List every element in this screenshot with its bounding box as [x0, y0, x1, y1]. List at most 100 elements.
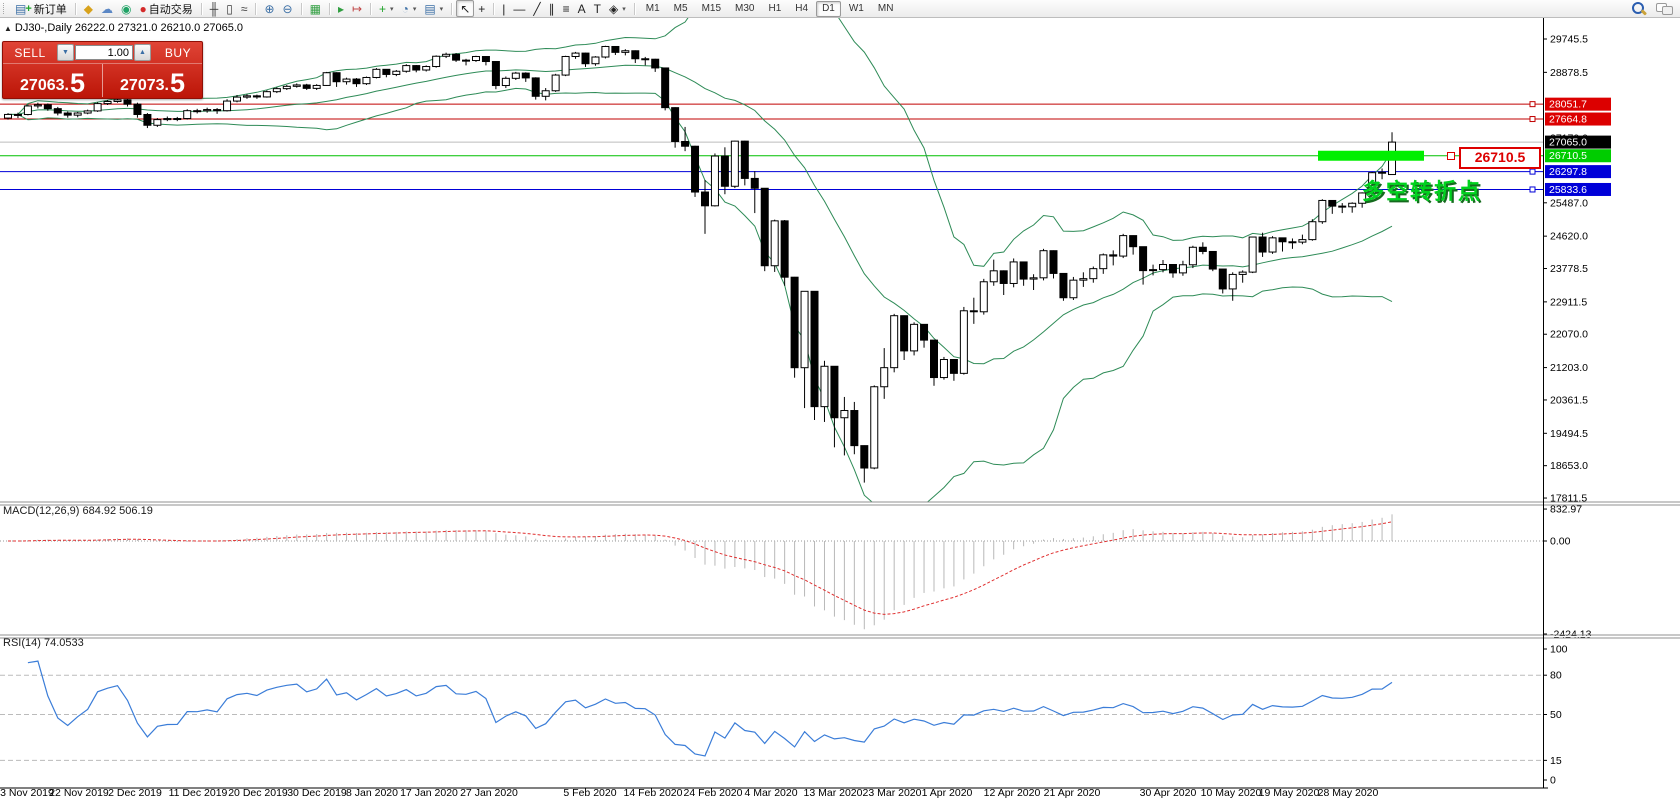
dropdown-caret-icon[interactable]: ▾ [390, 5, 394, 13]
new-order-label: 新订单 [33, 3, 67, 16]
text-button[interactable]: A [574, 0, 590, 17]
line-chart-button[interactable]: ≈ [237, 0, 252, 17]
tile-windows-button[interactable]: ▦ [306, 0, 325, 17]
timeframe-toolbar: M1 M5 M15 M30 H1 H4 D1 W1 MN [639, 0, 901, 17]
timeframe-m1[interactable]: M1 [640, 1, 666, 17]
macd-indicator-label: MACD(12,26,9) 684.92 506.19 [3, 505, 153, 517]
dropdown-caret-icon[interactable]: ▾ [413, 5, 417, 13]
tile-windows-icon: ▦ [309, 1, 321, 16]
timeframe-d1[interactable]: D1 [816, 0, 841, 17]
text-icon: A [577, 1, 586, 16]
trendline-button[interactable]: ╱ [529, 0, 544, 17]
label-icon: T [593, 1, 601, 16]
label-button[interactable]: T [590, 0, 605, 17]
separator [300, 2, 302, 15]
autoscroll-button[interactable]: ▸ [334, 0, 348, 17]
crosshair-icon: + [478, 1, 486, 16]
zoom-in-icon: ⊕ [264, 1, 275, 16]
shapes-button[interactable]: ◈ ▾ [605, 0, 630, 17]
periods-icon: ◔ [401, 1, 409, 16]
price-callout-box[interactable]: 26710.5 [1459, 147, 1541, 169]
autotrade-icon: ● [139, 1, 147, 16]
cursor-icon: ↖ [460, 1, 471, 16]
horizontal-line-button[interactable]: — [509, 0, 529, 17]
separator [451, 2, 453, 15]
buy-button-label[interactable]: BUY [151, 46, 205, 60]
dropdown-caret-icon[interactable]: ▾ [440, 5, 444, 13]
price-axis[interactable] [1543, 17, 1680, 788]
search-icon[interactable] [1631, 1, 1646, 16]
periods-button[interactable]: ◔ ▾ [398, 0, 421, 17]
templates-icon: ▤ [424, 1, 436, 16]
shapes-icon: ◈ [609, 1, 619, 16]
chat-icon[interactable] [1656, 2, 1673, 15]
timeframe-w1[interactable]: W1 [843, 1, 870, 17]
crosshair-button[interactable]: + [474, 0, 489, 17]
collapse-one-click-icon[interactable]: ▲ [4, 24, 12, 33]
timeframe-m30[interactable]: M30 [729, 1, 760, 17]
chart-title-row: ▲ DJ30-,Daily 26222.0 27321.0 26210.0 270… [4, 22, 243, 34]
separator [328, 2, 330, 15]
chart-shift-button[interactable]: ↦ [348, 0, 366, 17]
dropdown-caret-icon[interactable]: ▾ [622, 5, 626, 13]
buy-button[interactable]: 27073. 5 [103, 64, 202, 97]
signals-button[interactable]: ◉ [117, 0, 135, 17]
timeframe-h4[interactable]: H4 [789, 1, 814, 17]
plus-icon: + [25, 2, 32, 15]
templates-button[interactable]: ▤ ▾ [420, 0, 447, 17]
timeframe-m15[interactable]: M15 [696, 1, 727, 17]
timeframe-m5[interactable]: M5 [668, 1, 694, 17]
time-axis[interactable] [0, 788, 1680, 807]
timeframe-mn[interactable]: MN [872, 1, 900, 17]
line-chart-icon: ≈ [240, 1, 248, 16]
sell-price-big-digit: 5 [69, 68, 85, 98]
macd-signal-line [8, 521, 1393, 615]
zoom-in-button[interactable]: ⊕ [260, 0, 278, 17]
timeframe-h1[interactable]: H1 [762, 1, 787, 17]
zoom-out-icon: ⊖ [282, 1, 293, 16]
buy-price: 27073. [120, 77, 169, 94]
bar-chart-button[interactable]: ╫ [206, 0, 223, 17]
separator [200, 2, 202, 15]
volume-increase-button[interactable]: ▲ [134, 44, 151, 61]
fibonacci-icon: ≡ [562, 1, 570, 16]
bar-chart-icon: ╫ [209, 1, 219, 16]
sell-button[interactable]: 27063. 5 [3, 64, 103, 97]
horizontal-line-icon: — [513, 1, 526, 16]
market-button[interactable]: ◆ [80, 0, 97, 17]
separator [633, 2, 635, 15]
new-order-button[interactable]: ▤ + 新订单 [11, 0, 71, 17]
separator [255, 2, 257, 15]
rsi-indicator-label: RSI(14) 74.0533 [3, 637, 84, 649]
vertical-line-icon: | [502, 1, 506, 16]
trendline-icon: ╱ [533, 1, 541, 16]
main-chart-plot[interactable] [0, 17, 1543, 502]
callout-anchor-handle[interactable] [1447, 152, 1455, 160]
autoscroll-icon: ▸ [337, 1, 344, 16]
separator [370, 2, 372, 15]
market-icon: ◆ [83, 1, 94, 16]
sell-button-label[interactable]: SELL [3, 46, 57, 60]
separator [493, 2, 495, 15]
zoom-out-button[interactable]: ⊖ [279, 0, 297, 17]
indicators-button[interactable]: + ▾ [375, 0, 398, 17]
chart-canvas[interactable]: 27170.029745.528878.525487.024620.023778… [0, 17, 1680, 807]
autotrade-label: 自动交易 [148, 3, 193, 16]
candlestick-chart-button[interactable]: ▯ [222, 0, 237, 17]
volume-input[interactable] [75, 45, 133, 60]
chart-shift-icon: ↦ [351, 1, 363, 16]
fibonacci-button[interactable]: ≡ [559, 0, 574, 17]
volume-decrease-button[interactable]: ▼ [57, 44, 74, 61]
turning-point-annotation[interactable]: 多空转折点 [1362, 174, 1482, 206]
community-icon: ☁ [101, 1, 114, 16]
community-button[interactable]: ☁ [97, 0, 117, 17]
cursor-button[interactable]: ↖ [456, 0, 475, 17]
main-toolbar: ▤ + 新订单 ◆ ☁ ◉ ● 自动交易 ╫ ▯ ≈ ⊕ ⊖ ▦ ▸ ↦ + ▾ ◔ ▾ ▤ ▾ ↖ + | — ╱ ∥ ≡ A… [0, 0, 1680, 18]
autotrade-button[interactable]: ● 自动交易 [136, 0, 197, 17]
channel-icon: ∥ [548, 1, 555, 16]
vertical-line-button[interactable]: | [498, 0, 509, 17]
toolbar-grip [3, 3, 7, 14]
channel-button[interactable]: ∥ [545, 0, 559, 17]
candlestick-chart-icon: ▯ [226, 1, 233, 16]
buy-price-big-digit: 5 [169, 68, 185, 98]
